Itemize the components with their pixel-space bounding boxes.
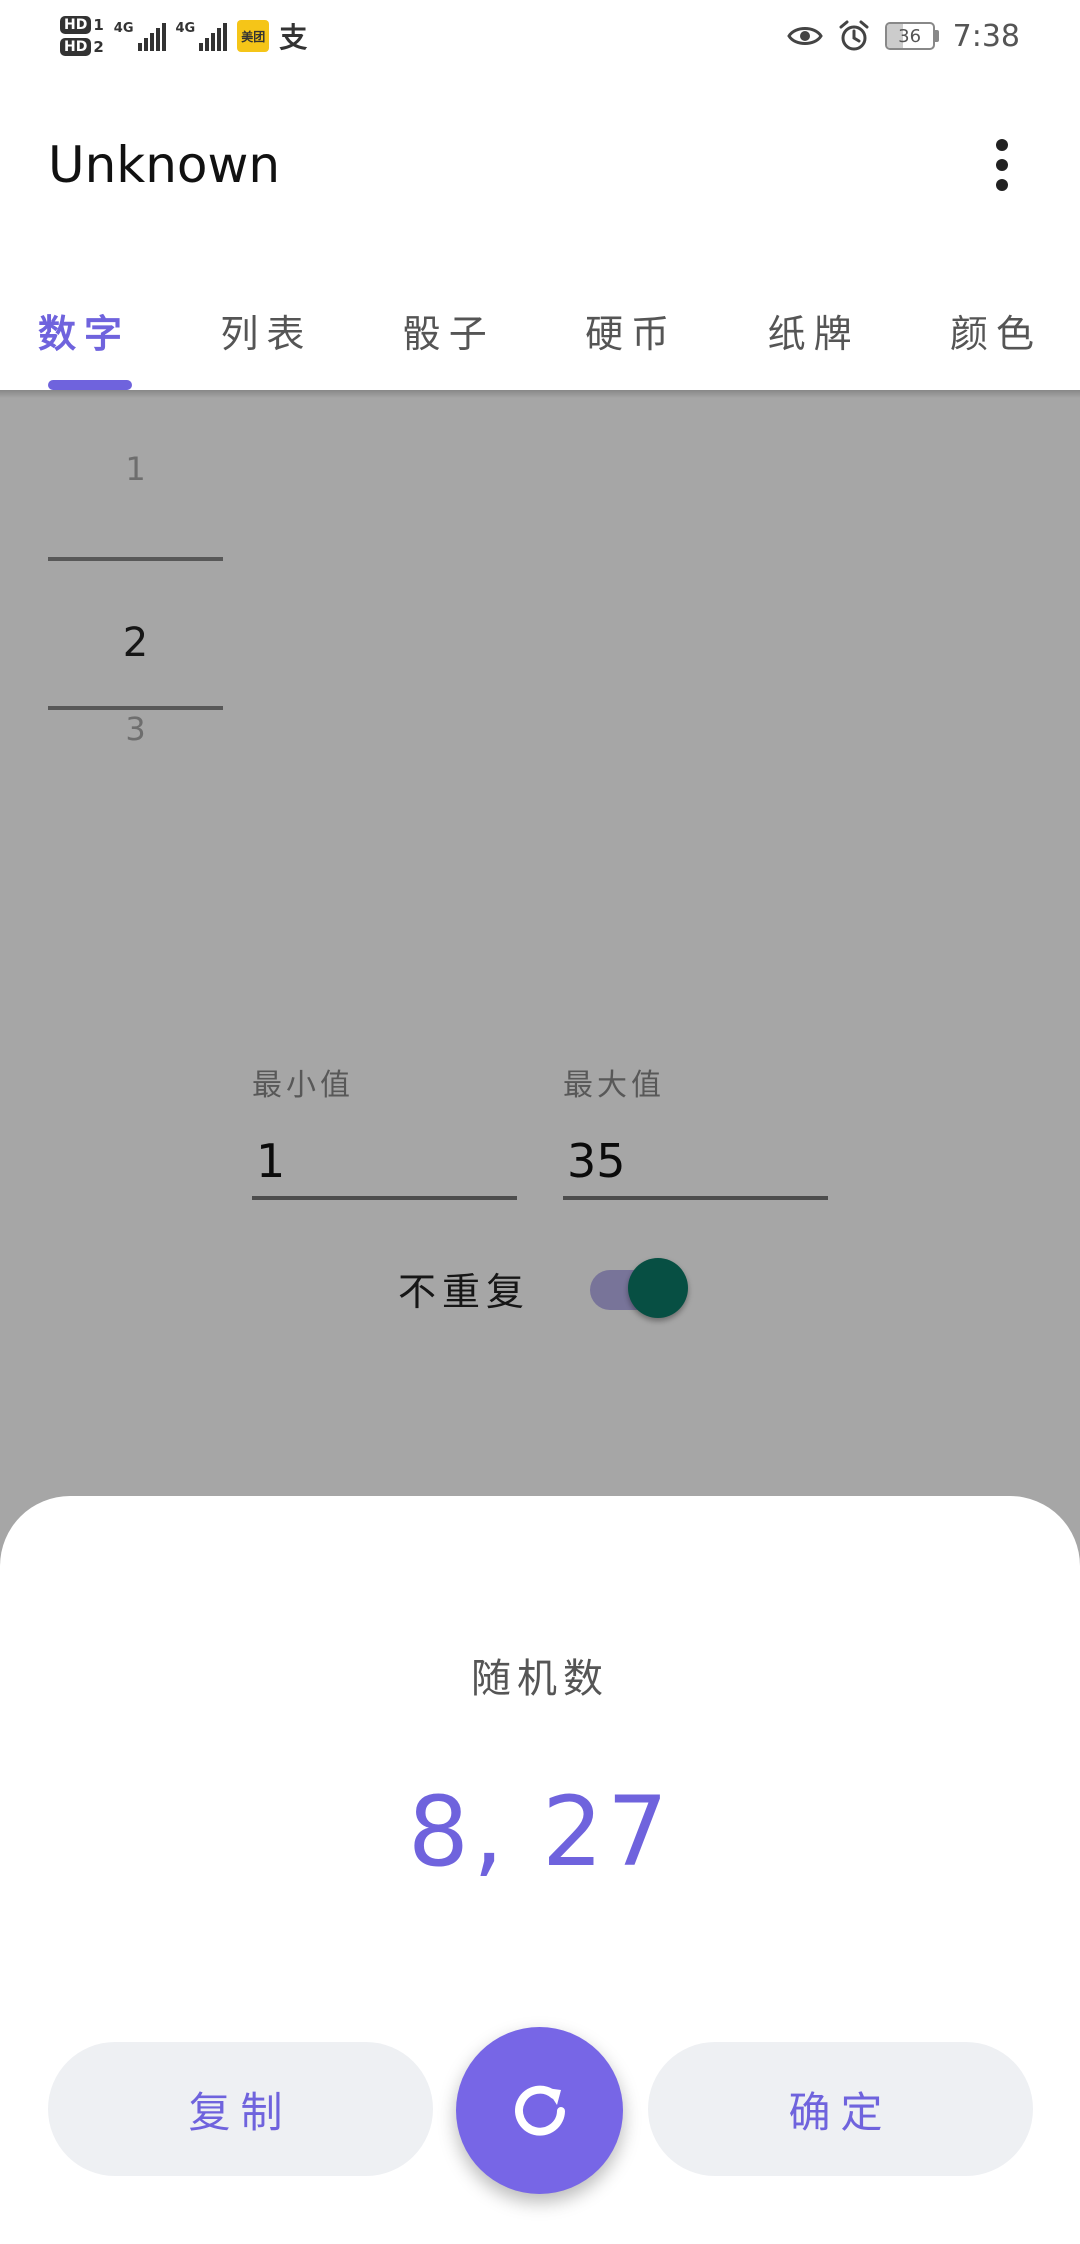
tab-indicator <box>48 380 132 390</box>
sim-indicators: HD 1 HD 2 <box>60 16 104 56</box>
sim2-index: 2 <box>93 38 104 56</box>
alarm-icon <box>839 20 869 51</box>
refresh-button[interactable] <box>456 2027 623 2194</box>
tab-list[interactable]: 列表 <box>220 270 312 390</box>
sim1-index: 1 <box>93 16 104 34</box>
hd-icon: HD <box>60 38 92 56</box>
random-result: 8, 27 <box>407 1776 673 1888</box>
eye-icon <box>786 27 823 45</box>
status-right: 36 7:38 <box>786 18 1020 54</box>
tab-color[interactable]: 颜色 <box>950 270 1042 390</box>
sim1-indicator: HD 1 <box>60 16 104 34</box>
battery-icon: 36 <box>884 22 939 50</box>
tab-dice[interactable]: 骰子 <box>403 270 495 390</box>
page-title: Unknown <box>48 136 281 194</box>
meituan-app-icon: 美团 <box>237 20 270 52</box>
status-left: HD 1 HD 2 4G 4G 美团 支 <box>60 16 307 56</box>
tab-coin[interactable]: 硬币 <box>585 270 677 390</box>
app-bar: Unknown <box>0 100 1080 230</box>
status-time: 7:38 <box>952 18 1020 54</box>
battery-level: 36 <box>898 25 922 47</box>
tab-bar: 数字 列表 骰子 硬币 纸牌 颜色 <box>0 270 1080 390</box>
confirm-button[interactable]: 确定 <box>648 2042 1033 2176</box>
signal-icon: 4G <box>176 21 228 51</box>
battery-cap <box>934 30 939 42</box>
refresh-icon <box>514 2085 565 2136</box>
sim2-indicator: HD 2 <box>60 38 104 56</box>
tab-cards[interactable]: 纸牌 <box>768 270 860 390</box>
app-root: HD 1 HD 2 4G 4G 美团 支 36 7:38 Unknown 数字 … <box>0 0 1080 2244</box>
alipay-icon: 支 <box>279 21 308 54</box>
signal-icon: 4G <box>114 21 166 51</box>
hd-icon: HD <box>60 16 92 34</box>
network-type-label: 4G <box>175 21 196 36</box>
more-vert-icon[interactable] <box>972 125 1032 205</box>
sheet-title: 随机数 <box>471 1656 609 1702</box>
result-bottom-sheet: 随机数 8, 27 复制 确定 <box>0 1496 1080 2244</box>
network-type-label: 4G <box>113 21 134 36</box>
copy-button[interactable]: 复制 <box>48 2042 433 2176</box>
tab-number[interactable]: 数字 <box>38 270 130 390</box>
status-bar: HD 1 HD 2 4G 4G 美团 支 36 7:38 <box>0 0 1080 72</box>
battery-body: 36 <box>884 22 935 50</box>
